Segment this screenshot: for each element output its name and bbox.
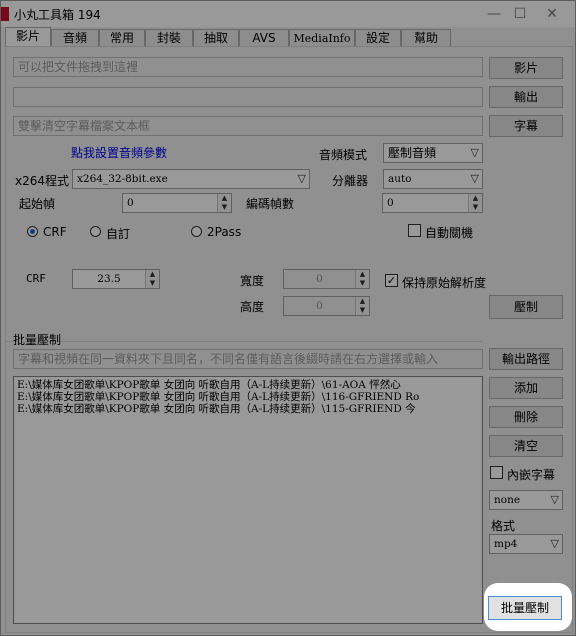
check-icon: ✓ [386, 274, 397, 287]
crf-label: CRF [26, 272, 46, 285]
spin-up-icon[interactable]: ▲ [356, 297, 369, 306]
height-spinner[interactable]: 0 ▲ ▼ [283, 296, 370, 316]
crf-mode-radio[interactable] [27, 226, 38, 237]
batch-encode-button[interactable]: 批量壓制 [488, 596, 562, 620]
chevron-down-icon: ▽ [550, 537, 559, 550]
batch-hint-input[interactable]: 字幕和視頻在同一資料夾下且同名，不同名僅有語言後綴時請在右方選擇或輸入 [13, 349, 483, 369]
height-label: 高度 [240, 300, 265, 314]
tab-settings[interactable]: 設定 [355, 29, 401, 47]
tab-audio[interactable]: 音頻 [51, 29, 99, 47]
width-spinner[interactable]: 0 ▲ ▼ [283, 269, 370, 289]
batch-section-label: 批量壓制 [13, 333, 62, 347]
tab-avs[interactable]: AVS [239, 29, 289, 47]
crf-mode-label: CRF [43, 225, 67, 239]
tab-common[interactable]: 常用 [99, 29, 145, 47]
2pass-mode-radio[interactable] [191, 226, 202, 237]
spin-up-icon[interactable]: ▲ [146, 270, 159, 279]
delete-button[interactable]: 刪除 [489, 406, 563, 428]
x264-label: x264程式 [15, 174, 70, 188]
app-icon [1, 7, 9, 21]
app-window: 小丸工具箱 194 — ☐ ✕ 影片 音頻 常用 封裝 抽取 AVS Media… [0, 0, 576, 636]
crf-value-spinner[interactable]: 23.5 ▲ ▼ [72, 269, 160, 289]
spin-down-icon[interactable]: ▼ [356, 306, 369, 315]
output-path-button[interactable]: 輸出路徑 [489, 348, 563, 370]
custom-mode-radio[interactable] [90, 226, 101, 237]
subtitle-language-select[interactable]: none ▽ [489, 490, 563, 510]
keep-resolution-label: 保持原始解析度 [402, 276, 487, 290]
encode-frames-label: 編碼幀數 [246, 197, 295, 211]
format-label: 格式 [491, 519, 516, 533]
custom-mode-label: 自訂 [106, 227, 131, 241]
tab-mux[interactable]: 封裝 [145, 29, 193, 47]
spin-down-icon[interactable]: ▼ [356, 279, 369, 288]
format-select[interactable]: mp4 ▽ [489, 534, 563, 554]
clear-button[interactable]: 清空 [489, 435, 563, 457]
chevron-down-icon: ▽ [550, 493, 559, 506]
embed-subtitle-label: 內嵌字幕 [507, 468, 556, 482]
chevron-down-icon: ▽ [470, 146, 479, 159]
encode-button[interactable]: 壓制 [489, 295, 563, 319]
list-item[interactable]: E:\媒体库女团歌单\KPOP歌单 女团向 听歌自用（A-L持续更新）\61-A… [17, 379, 479, 391]
audio-mode-select[interactable]: 壓制音頻 ▽ [383, 143, 483, 163]
maximize-button[interactable]: ☐ [505, 3, 535, 25]
subtitle-file-input[interactable]: 雙擊清空字幕檔案文本框 [13, 116, 483, 136]
tab-strip: 影片 音頻 常用 封裝 抽取 AVS MediaInfo 設定 幫助 [5, 27, 451, 48]
batch-group-divider [6, 341, 482, 342]
list-item[interactable]: E:\媒体库女团歌单\KPOP歌单 女团向 听歌自用（A-L持续更新）\116-… [17, 391, 479, 403]
splitter-label: 分離器 [332, 174, 369, 188]
output-browse-button[interactable]: 輸出 [489, 86, 563, 108]
video-browse-button[interactable]: 影片 [489, 57, 563, 79]
embed-subtitle-checkbox[interactable] [490, 466, 503, 479]
spin-down-icon[interactable]: ▼ [146, 279, 159, 288]
2pass-mode-label: 2Pass [207, 225, 242, 239]
video-file-input[interactable]: 可以把文件拖拽到這裡 [13, 57, 483, 77]
tab-help[interactable]: 幫助 [401, 29, 451, 47]
auto-shutdown-checkbox[interactable] [408, 224, 421, 237]
width-label: 寬度 [240, 274, 265, 288]
chevron-down-icon: ▽ [297, 172, 306, 185]
batch-file-list[interactable]: E:\媒体库女团歌单\KPOP歌单 女团向 听歌自用（A-L持续更新）\61-A… [13, 376, 483, 624]
keep-resolution-checkbox[interactable]: ✓ [385, 274, 398, 287]
window-title: 小丸工具箱 194 [14, 8, 101, 22]
start-frame-spinner[interactable]: 0 ▲ ▼ [122, 193, 232, 213]
subtitle-browse-button[interactable]: 字幕 [489, 115, 563, 137]
spin-up-icon[interactable]: ▲ [356, 270, 369, 279]
spin-down-icon[interactable]: ▼ [218, 203, 231, 212]
start-frame-label: 起始幀 [19, 197, 56, 211]
encode-frames-spinner[interactable]: 0 ▲ ▼ [382, 193, 483, 213]
tab-mediainfo[interactable]: MediaInfo [289, 29, 355, 47]
splitter-select[interactable]: auto ▽ [383, 169, 483, 189]
output-file-input[interactable] [13, 87, 483, 107]
auto-shutdown-label: 自動關機 [425, 226, 474, 240]
spin-up-icon[interactable]: ▲ [469, 194, 482, 203]
audio-mode-label: 音頻模式 [319, 148, 368, 162]
chevron-down-icon: ▽ [470, 172, 479, 185]
tab-extract[interactable]: 抽取 [193, 29, 239, 47]
spin-down-icon[interactable]: ▼ [469, 203, 482, 212]
add-button[interactable]: 添加 [489, 377, 563, 399]
x264-select[interactable]: x264_32-8bit.exe ▽ [72, 169, 310, 189]
spin-up-icon[interactable]: ▲ [218, 194, 231, 203]
list-item[interactable]: E:\媒体库女团歌单\KPOP歌单 女团向 听歌自用（A-L持续更新）\115-… [17, 403, 479, 415]
audio-params-link[interactable]: 點我設置音頻參數 [71, 144, 167, 161]
tab-video[interactable]: 影片 [5, 27, 51, 48]
title-bar: 小丸工具箱 194 — ☐ ✕ [1, 1, 575, 27]
close-button[interactable]: ✕ [537, 3, 567, 25]
